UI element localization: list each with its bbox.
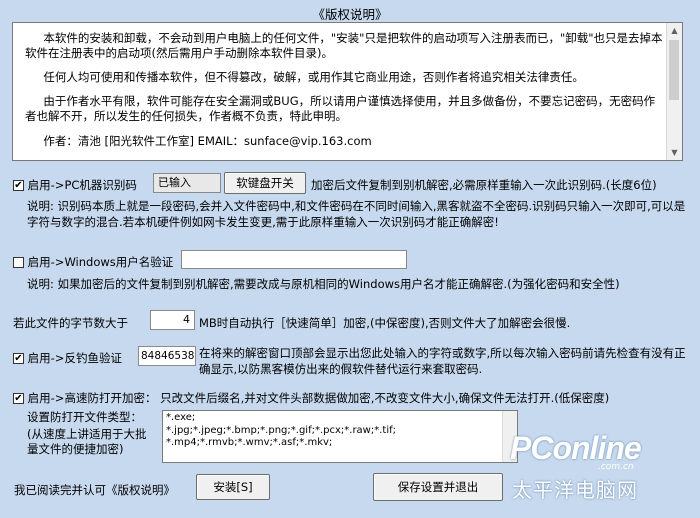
anti-open-types-label: 设置防打开文件类型： — [27, 410, 142, 424]
pc-id-note: 加密后文件复制到别机解密,必需原样重输入一次此识别码.(长度6位) — [311, 178, 657, 192]
watermark-domain: .com.cn — [598, 462, 634, 472]
anti-open-types-note: (从速度上讲适用于大批量文件的便捷加密) — [27, 427, 147, 456]
anti-open-checkbox[interactable]: ✔ — [13, 393, 24, 404]
file-types-line: *.exe; — [166, 412, 196, 423]
license-paragraph: 由于作者水平有限，软件可能存在安全漏洞或BUG，所以请用户谨慎选择使用，并且多做… — [25, 94, 656, 123]
bytes-rule-prefix: 若此文件的字节数大于 — [13, 316, 128, 330]
license-paragraph: 本软件的安装和卸载，不会动到用户电脑上的任何文件，"安装"只是把软件的启动项写入… — [25, 31, 663, 60]
anti-phishing-checkbox[interactable]: ✔ — [13, 353, 24, 364]
soft-keyboard-button[interactable]: 软键盘开关 — [224, 172, 306, 194]
file-types-line: *.mp4;*.rmvb;*.wmv;*.asf;*.mkv; — [166, 437, 333, 448]
win-user-description: 说明: 如果加密后的文件复制到别机解密,需要改成与原机相同的Windows用户名… — [27, 277, 620, 291]
pconline-watermark-logo: PConline .com.cn 太平洋电脑网 — [510, 430, 700, 518]
install-button[interactable]: 安装[S] — [196, 474, 270, 500]
scroll-down-icon[interactable]: ▼ — [667, 145, 682, 160]
win-user-input[interactable] — [181, 250, 407, 269]
license-text-box[interactable]: 本软件的安装和卸载，不会动到用户电脑上的任何文件，"安装"只是把软件的启动项写入… — [12, 22, 683, 161]
win-user-checkbox[interactable] — [13, 257, 24, 268]
file-types-textarea[interactable]: *.exe; *.jpg;*.jpeg;*.bmp;*.png;*.gif;*.… — [162, 410, 518, 463]
file-types-line: *.jpg;*.jpeg;*.bmp;*.png;*.gif;*.pcx;*.r… — [166, 424, 396, 436]
save-exit-button[interactable]: 保存设置并退出 — [373, 473, 503, 501]
pc-id-input[interactable]: 已输入 — [153, 173, 221, 193]
license-author: 作者：清池 [阳光软件工作室] EMAIL：sunface@vip.163.co… — [43, 134, 372, 148]
license-paragraph: 任何人均可使用和传播本软件，但不得篡改，破解，或用作其它商业用途，否则作者将追究… — [43, 70, 584, 84]
scroll-up-icon[interactable]: ▲ — [667, 23, 682, 38]
pc-id-label: 启用->PC机器识别码 — [27, 178, 137, 192]
pc-id-description: 说明: 识别码本质上就是一段密码,会并入文件密码中,和文件密码在不同时间输入,黑… — [27, 199, 686, 229]
bytes-rule-suffix: MB时自动执行［快速简单］加密,(中保密度),否则文件大了加解密会很慢. — [199, 316, 571, 330]
scroll-thumb[interactable] — [669, 40, 679, 100]
anti-open-note: 只改文件后缀名,并对文件头部数据做加密,不改变文件大小,确保文件无法打开.(低保… — [160, 391, 610, 405]
win-user-label: 启用->Windows用户名验证 — [27, 255, 174, 269]
anti-phishing-label: 启用->反钓鱼验证 — [27, 351, 122, 365]
anti-phishing-description: 在将来的解密窗口顶部会显示出您此处输入的字符或数字,所以每次输入密码前请先检查有… — [199, 346, 686, 376]
anti-phishing-input[interactable]: 848465384 — [138, 346, 196, 366]
anti-open-label: 启用->高速防打开加密： — [27, 391, 157, 405]
license-title: 《版权说明》 — [312, 7, 388, 22]
pc-id-checkbox[interactable]: ✔ — [13, 180, 24, 191]
license-scrollbar[interactable]: ▲ ▼ — [666, 23, 682, 160]
agree-text: 我已阅读完并认可《版权说明》 — [14, 483, 175, 497]
watermark-cn: 太平洋电脑网 — [512, 478, 638, 502]
bytes-threshold-input[interactable]: 4 — [150, 310, 195, 330]
